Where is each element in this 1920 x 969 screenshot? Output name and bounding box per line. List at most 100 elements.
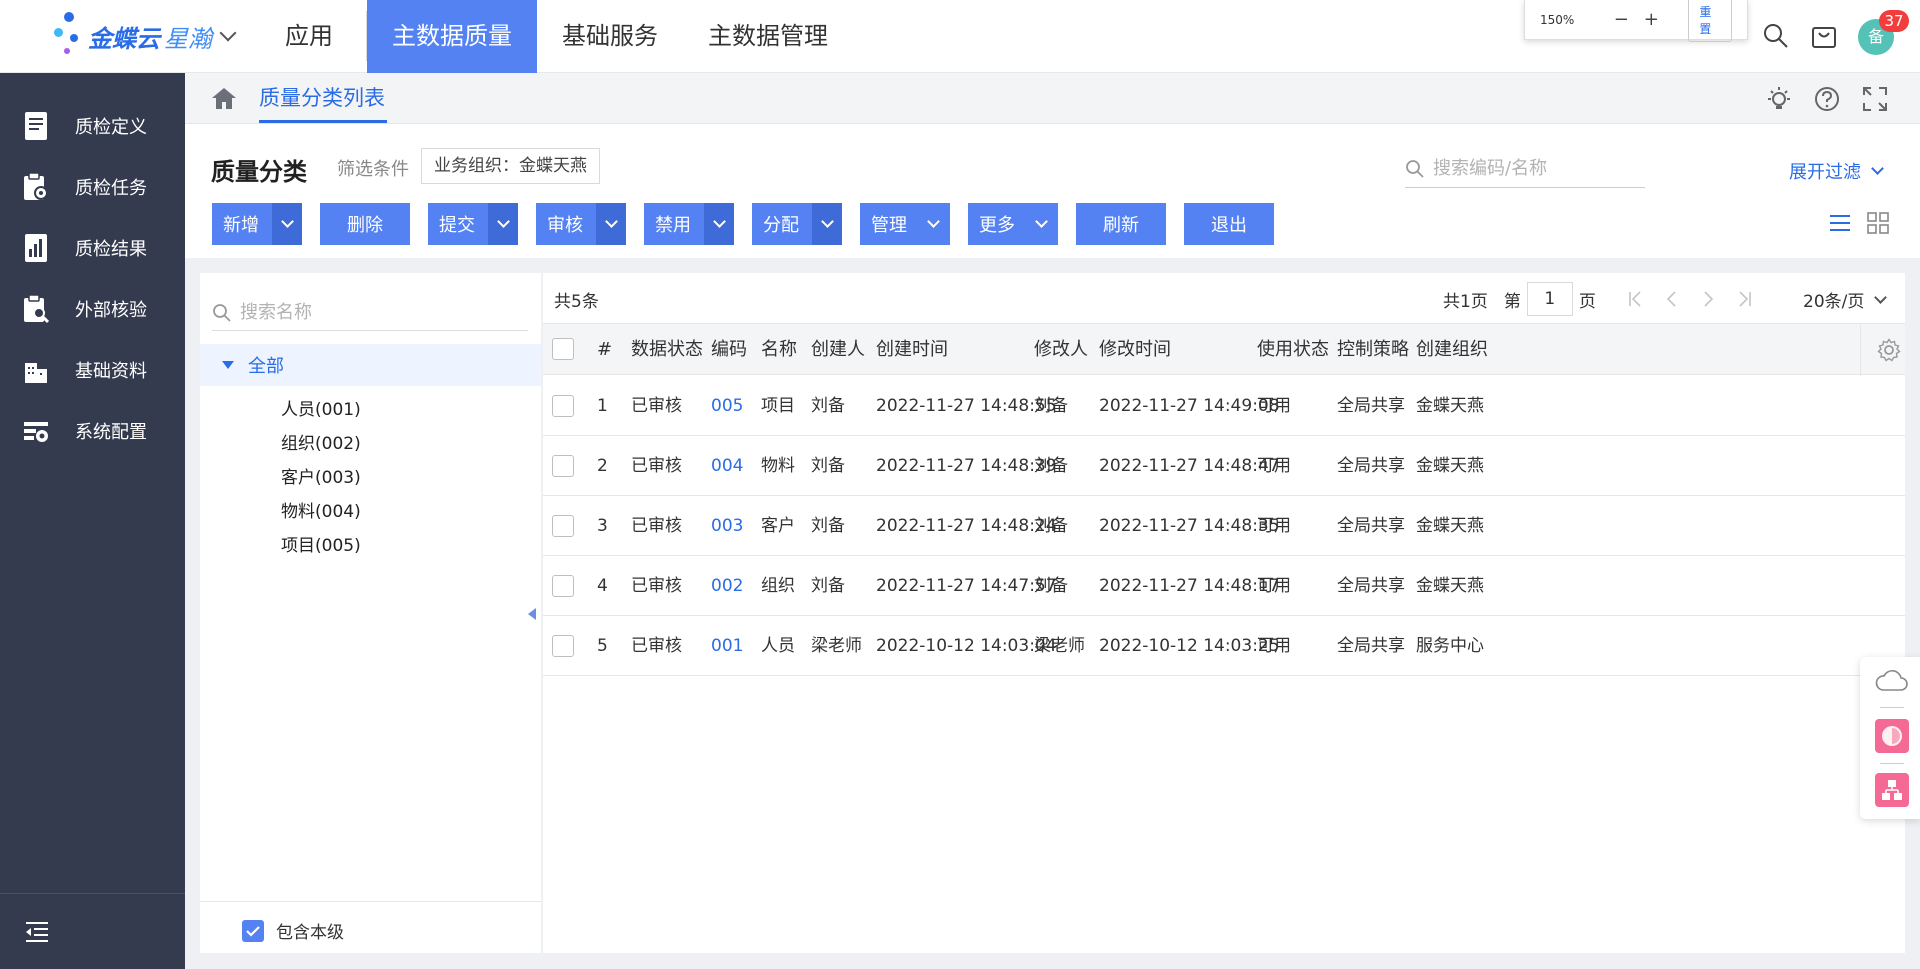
first-page-icon[interactable] bbox=[1626, 289, 1646, 309]
grid-view-icon[interactable] bbox=[1865, 210, 1891, 236]
cell-code-link[interactable]: 004 bbox=[711, 436, 743, 496]
column-header[interactable]: 控制策略 bbox=[1337, 324, 1409, 376]
app-logo[interactable]: 金蝶云 星瀚 bbox=[50, 12, 237, 60]
column-header[interactable]: 创建时间 bbox=[876, 324, 948, 376]
sidebar-item-label: 系统配置 bbox=[75, 422, 147, 443]
submit-button[interactable]: 提交 bbox=[428, 203, 518, 245]
row-checkbox[interactable] bbox=[552, 395, 574, 417]
cell-code-link[interactable]: 001 bbox=[711, 616, 743, 676]
page-size-select[interactable]: 20条/页 bbox=[1803, 287, 1888, 312]
breadcrumb: 质量分类列表 bbox=[185, 73, 1920, 124]
table-row[interactable]: 3 已审核 003 客户 刘备 2022-11-27 14:48:24 刘备 2… bbox=[543, 496, 1905, 556]
submit-dropdown-toggle[interactable] bbox=[488, 203, 518, 245]
nav-item-mdm-quality[interactable]: 主数据质量 bbox=[367, 0, 537, 73]
next-page-icon[interactable] bbox=[1698, 289, 1718, 309]
tree-node[interactable]: 项目(005) bbox=[281, 531, 361, 556]
org-chart-icon[interactable] bbox=[1875, 773, 1909, 807]
gear-icon[interactable] bbox=[1877, 338, 1901, 362]
delete-button[interactable]: 删除 bbox=[320, 203, 410, 245]
shopping-bag-icon[interactable] bbox=[1810, 22, 1838, 50]
collapse-menu-icon[interactable] bbox=[24, 919, 50, 945]
fullscreen-icon[interactable] bbox=[1861, 85, 1889, 113]
table-row[interactable]: 2 已审核 004 物料 刘备 2022-11-27 14:48:39 刘备 2… bbox=[543, 436, 1905, 496]
tree-node[interactable]: 人员(001) bbox=[281, 395, 361, 420]
clipboard-gear-icon bbox=[23, 172, 49, 202]
cell-code-link[interactable]: 003 bbox=[711, 496, 743, 556]
tree-node[interactable]: 组织(002) bbox=[281, 429, 361, 454]
clipboard-search-icon bbox=[23, 294, 49, 324]
pagination: 共1页 第 1 页 bbox=[1443, 281, 1754, 317]
home-icon[interactable] bbox=[211, 86, 237, 110]
assign-button[interactable]: 分配 bbox=[752, 203, 842, 245]
table-row[interactable]: 4 已审核 002 组织 刘备 2022-11-27 14:47:57 刘备 2… bbox=[543, 556, 1905, 616]
zoom-out-button[interactable]: − bbox=[1612, 9, 1630, 30]
sidebar-item-qc-task[interactable]: 质检任务 bbox=[0, 157, 185, 217]
audit-button[interactable]: 审核 bbox=[536, 203, 626, 245]
row-checkbox[interactable] bbox=[552, 575, 574, 597]
disable-dropdown-toggle[interactable] bbox=[704, 203, 734, 245]
nav-item-apps[interactable]: 应用 bbox=[260, 0, 358, 73]
manage-menu-button[interactable]: 管理 bbox=[860, 203, 950, 245]
sidebar-item-system-config[interactable]: 系统配置 bbox=[0, 401, 185, 461]
search-icon[interactable] bbox=[1762, 22, 1790, 50]
cloud-icon[interactable] bbox=[1874, 669, 1908, 693]
nav-item-mdm-management[interactable]: 主数据管理 bbox=[683, 0, 853, 73]
column-header[interactable]: 编码 bbox=[711, 324, 747, 376]
column-header[interactable]: 创建人 bbox=[811, 324, 865, 376]
expand-filter-button[interactable]: 展开过滤 bbox=[1789, 158, 1884, 184]
table-row[interactable]: 1 已审核 005 项目 刘备 2022-11-27 14:48:55 刘备 2… bbox=[543, 376, 1905, 436]
sidebar-item-basic-data[interactable]: 基础资料 bbox=[0, 340, 185, 400]
tree-node-all[interactable]: 全部 bbox=[200, 344, 541, 386]
lightbulb-icon[interactable] bbox=[1765, 85, 1793, 113]
row-checkbox[interactable] bbox=[552, 515, 574, 537]
caret-down-icon[interactable] bbox=[222, 361, 234, 369]
refresh-button[interactable]: 刷新 bbox=[1076, 203, 1166, 245]
row-checkbox[interactable] bbox=[552, 635, 574, 657]
tab-quality-category-list[interactable]: 质量分类列表 bbox=[259, 73, 385, 124]
column-header[interactable]: 创建组织 bbox=[1416, 324, 1488, 376]
category-tree-panel: 全部 人员(001) 组织(002) 客户(003) 物料(004) 项目(00… bbox=[200, 273, 541, 953]
tree-node[interactable]: 客户(003) bbox=[281, 463, 361, 488]
disable-button[interactable]: 禁用 bbox=[644, 203, 734, 245]
last-page-icon[interactable] bbox=[1734, 289, 1754, 309]
column-header[interactable]: 数据状态 bbox=[631, 324, 703, 376]
chevron-down-icon[interactable] bbox=[219, 24, 237, 42]
assistant-app-icon[interactable] bbox=[1875, 719, 1909, 753]
exit-button[interactable]: 退出 bbox=[1184, 203, 1274, 245]
prev-page-icon[interactable] bbox=[1662, 289, 1682, 309]
cell-code-link[interactable]: 005 bbox=[711, 376, 743, 436]
audit-dropdown-toggle[interactable] bbox=[596, 203, 626, 245]
zoom-in-button[interactable]: + bbox=[1642, 9, 1660, 30]
cell-create-time: 2022-11-27 14:48:55 bbox=[876, 396, 1057, 416]
page-number-input[interactable]: 1 bbox=[1526, 282, 1573, 316]
column-header[interactable]: # bbox=[597, 324, 612, 376]
row-checkbox[interactable] bbox=[552, 455, 574, 477]
nav-item-basic-services[interactable]: 基础服务 bbox=[537, 0, 683, 73]
tree-node-label: 全部 bbox=[248, 356, 284, 377]
tree-search-input[interactable] bbox=[240, 302, 520, 323]
more-menu-button[interactable]: 更多 bbox=[968, 203, 1058, 245]
add-button[interactable]: 新增 bbox=[212, 203, 302, 245]
help-icon[interactable] bbox=[1813, 85, 1841, 113]
include-level-checkbox[interactable]: 包含本级 bbox=[242, 918, 344, 943]
zoom-reset-button[interactable]: 重置 bbox=[1688, 0, 1732, 42]
column-header[interactable]: 使用状态 bbox=[1257, 324, 1329, 376]
sidebar-item-external-verify[interactable]: 外部核验 bbox=[0, 279, 185, 339]
tree-node[interactable]: 物料(004) bbox=[281, 497, 361, 522]
column-header[interactable]: 名称 bbox=[761, 324, 797, 376]
sidebar-item-qc-definition[interactable]: 质检定义 bbox=[0, 96, 185, 156]
cell-control-policy: 全局共享 bbox=[1337, 516, 1405, 536]
table-row[interactable]: 5 已审核 001 人员 梁老师 2022-10-12 14:03:04 梁老师… bbox=[543, 616, 1905, 676]
add-dropdown-toggle[interactable] bbox=[272, 203, 302, 245]
sidebar-item-qc-result[interactable]: 质检结果 bbox=[0, 218, 185, 278]
filter-chip-business-org[interactable]: 业务组织：金蝶天燕 bbox=[421, 148, 600, 184]
search-input[interactable] bbox=[1433, 158, 1633, 179]
column-header[interactable]: 修改时间 bbox=[1099, 324, 1171, 376]
cell-code-link[interactable]: 002 bbox=[711, 556, 743, 616]
column-header[interactable]: 修改人 bbox=[1034, 324, 1088, 376]
list-view-icon[interactable] bbox=[1827, 210, 1853, 236]
assign-dropdown-toggle[interactable] bbox=[812, 203, 842, 245]
cell-create-org: 金蝶天燕 bbox=[1416, 516, 1484, 536]
checkbox-checked-icon[interactable] bbox=[242, 919, 264, 942]
select-all-checkbox[interactable] bbox=[552, 338, 574, 360]
